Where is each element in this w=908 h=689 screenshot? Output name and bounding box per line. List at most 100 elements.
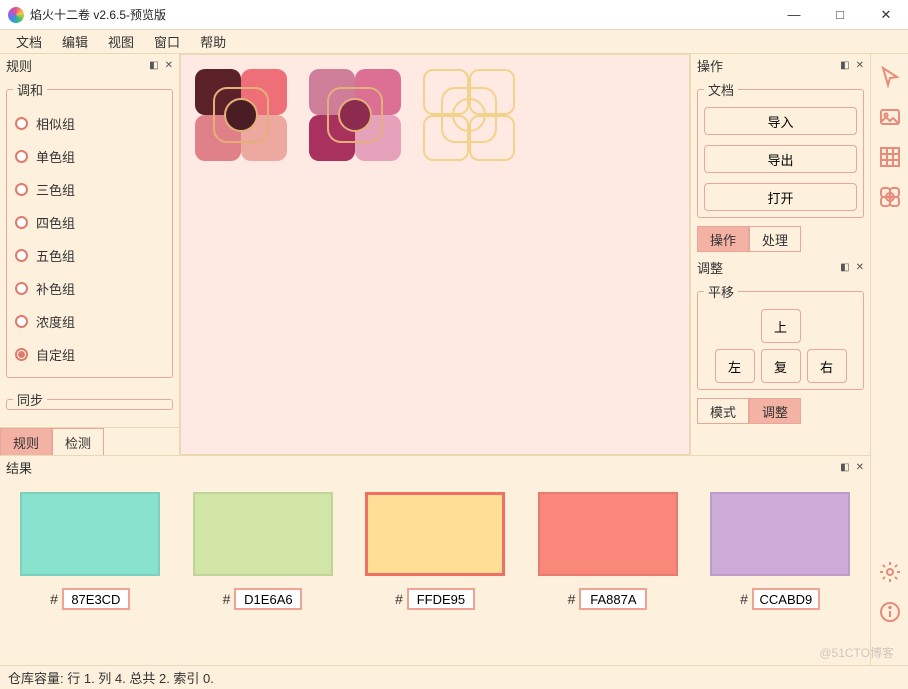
right-panel: 操作 ◧ ✕ 文档 导入 导出 打开 操作 处理 调整 ◧ ✕ 平移 上: [690, 54, 870, 455]
rule-label: 四色组: [36, 213, 75, 232]
rule-label: 补色组: [36, 279, 75, 298]
canvas[interactable]: [180, 54, 690, 455]
swatch-color[interactable]: [20, 492, 160, 576]
rule-option[interactable]: 三色组: [13, 173, 166, 206]
icon-rail: [870, 54, 908, 665]
pan-up-button[interactable]: 上: [761, 309, 801, 343]
swatch-color[interactable]: [710, 492, 850, 576]
swatch-color[interactable]: [365, 492, 505, 576]
menu-help[interactable]: 帮助: [190, 30, 236, 53]
menu-view[interactable]: 视图: [98, 30, 144, 53]
hex-input[interactable]: [752, 588, 820, 610]
radio-icon: [15, 150, 28, 163]
pan-reset-button[interactable]: 复: [761, 349, 801, 383]
undock-icon[interactable]: ◧: [840, 60, 849, 71]
undock-icon[interactable]: ◧: [149, 60, 158, 71]
status-text: 仓库容量: 行 1. 列 4. 总共 2. 索引 0.: [8, 668, 214, 687]
tab-detect[interactable]: 检测: [52, 428, 104, 455]
grid-icon[interactable]: [877, 144, 903, 170]
radio-icon: [15, 183, 28, 196]
close-panel-icon[interactable]: ✕: [165, 60, 173, 71]
settings-icon[interactable]: [877, 559, 903, 585]
image-icon[interactable]: [877, 104, 903, 130]
maximize-button[interactable]: □: [826, 4, 854, 26]
palette-icon[interactable]: [877, 184, 903, 210]
window-buttons: — □ ✕: [780, 4, 900, 26]
close-panel-icon[interactable]: ✕: [856, 60, 864, 71]
result-swatch[interactable]: #: [193, 492, 333, 610]
hex-input[interactable]: [407, 588, 475, 610]
menu-window[interactable]: 窗口: [144, 30, 190, 53]
tab-ops[interactable]: 操作: [697, 226, 749, 252]
tab-rule[interactable]: 规则: [0, 428, 52, 455]
ops-panel-title: 操作: [697, 56, 723, 75]
result-swatch[interactable]: #: [538, 492, 678, 610]
rules-panel: 规则 ◧ ✕ 调和 相似组单色组三色组四色组五色组补色组浓度组自定组 同步 规则…: [0, 54, 180, 455]
palette-center: [338, 98, 372, 132]
palette-center: [224, 98, 258, 132]
hash-icon: #: [740, 591, 748, 607]
menubar: 文档 编辑 视图 窗口 帮助: [0, 30, 908, 54]
minimize-button[interactable]: —: [780, 4, 808, 26]
menu-edit[interactable]: 编辑: [52, 30, 98, 53]
swatch-color[interactable]: [193, 492, 333, 576]
radio-icon: [15, 249, 28, 262]
open-button[interactable]: 打开: [704, 183, 857, 211]
result-swatch[interactable]: #: [710, 492, 850, 610]
palette-slot[interactable]: [423, 69, 515, 161]
radio-icon: [15, 282, 28, 295]
result-swatch[interactable]: #: [365, 492, 505, 610]
radio-icon: [15, 315, 28, 328]
left-tabs: 规则 检测: [0, 427, 179, 455]
rule-option[interactable]: 自定组: [13, 338, 166, 371]
rule-label: 浓度组: [36, 312, 75, 331]
close-panel-icon[interactable]: ✕: [856, 462, 864, 473]
hex-input[interactable]: [62, 588, 130, 610]
palette-slot[interactable]: [309, 69, 401, 161]
hash-icon: #: [568, 591, 576, 607]
harmony-legend: 调和: [13, 80, 47, 99]
undock-icon[interactable]: ◧: [840, 262, 849, 273]
radio-icon: [15, 117, 28, 130]
rule-label: 三色组: [36, 180, 75, 199]
document-legend: 文档: [704, 80, 738, 99]
export-button[interactable]: 导出: [704, 145, 857, 173]
harmony-group: 调和 相似组单色组三色组四色组五色组补色组浓度组自定组: [6, 80, 173, 378]
statusbar: 仓库容量: 行 1. 列 4. 总共 2. 索引 0.: [0, 665, 908, 689]
rule-option[interactable]: 补色组: [13, 272, 166, 305]
tab-mode[interactable]: 模式: [697, 398, 749, 424]
pan-group: 平移 上 左 复 右: [697, 282, 864, 390]
swatch-color[interactable]: [538, 492, 678, 576]
rule-option[interactable]: 单色组: [13, 140, 166, 173]
undock-icon[interactable]: ◧: [840, 462, 849, 473]
palette-center-ring: [327, 87, 383, 143]
document-group: 文档 导入 导出 打开: [697, 80, 864, 218]
rule-label: 单色组: [36, 147, 75, 166]
pointer-icon[interactable]: [877, 64, 903, 90]
sync-group: 同步: [6, 390, 173, 410]
radio-icon: [15, 348, 28, 361]
hex-input[interactable]: [234, 588, 302, 610]
titlebar: 焰火十二卷 v2.6.5-预览版 — □ ✕: [0, 0, 908, 30]
palette-slot[interactable]: [195, 69, 287, 161]
palette-center-ring: [441, 87, 497, 143]
rule-option[interactable]: 相似组: [13, 107, 166, 140]
import-button[interactable]: 导入: [704, 107, 857, 135]
result-swatch[interactable]: #: [20, 492, 160, 610]
tab-process[interactable]: 处理: [749, 226, 801, 252]
rule-label: 自定组: [36, 345, 75, 364]
close-panel-icon[interactable]: ✕: [856, 262, 864, 273]
rule-option[interactable]: 五色组: [13, 239, 166, 272]
rule-option[interactable]: 浓度组: [13, 305, 166, 338]
info-icon[interactable]: [877, 599, 903, 625]
results-panel: 结果 ◧ ✕ #####: [0, 455, 870, 665]
tab-adjust[interactable]: 调整: [749, 398, 801, 424]
radio-icon: [15, 216, 28, 229]
hex-input[interactable]: [579, 588, 647, 610]
rule-option[interactable]: 四色组: [13, 206, 166, 239]
pan-left-button[interactable]: 左: [715, 349, 755, 383]
pan-right-button[interactable]: 右: [807, 349, 847, 383]
hash-icon: #: [50, 591, 58, 607]
menu-file[interactable]: 文档: [6, 30, 52, 53]
close-button[interactable]: ✕: [872, 4, 900, 26]
